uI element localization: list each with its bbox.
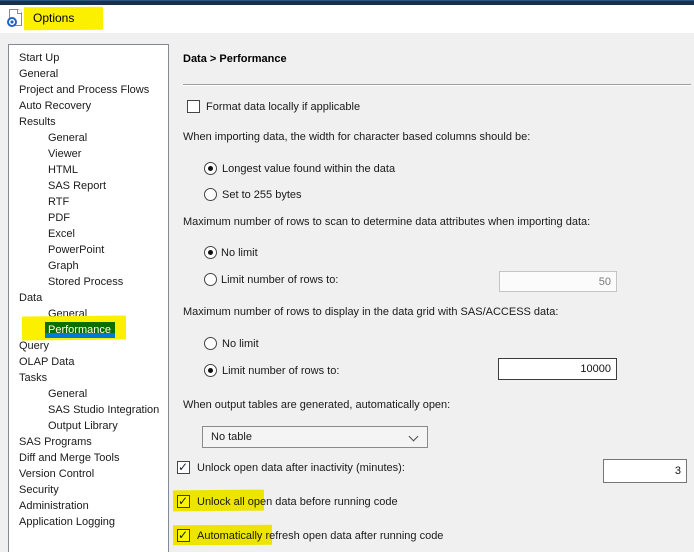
sidebar-item-viewer[interactable]: Viewer [9,146,168,162]
header-separator [183,84,691,86]
display-rows-heading: Maximum number of rows to display in the… [183,306,559,318]
sidebar-item-olap-data[interactable]: OLAP Data [9,354,168,370]
longest-value-label[interactable]: Longest value found within the data [222,163,395,175]
display-no-limit-radio[interactable] [204,337,217,350]
sidebar-item-security[interactable]: Security [9,482,168,498]
sidebar-item-auto-recovery[interactable]: Auto Recovery [9,98,168,114]
auto-refresh-label[interactable]: Automatically refresh open data after ru… [197,530,443,542]
sidebar-item-powerpoint[interactable]: PowerPoint [9,242,168,258]
sidebar-item-start-up[interactable]: Start Up [9,50,168,66]
sidebar-item-project-and-process-flows[interactable]: Project and Process Flows [9,82,168,98]
scan-no-limit-radio[interactable] [204,246,217,259]
auto-open-dropdown[interactable]: No table [202,426,428,448]
longest-value-radio[interactable] [204,162,217,175]
unlock-inactivity-checkbox[interactable] [177,460,190,474]
scan-limit-radio[interactable] [204,273,217,286]
dialog-title: Options [33,11,75,25]
sidebar-item-tasks[interactable]: Tasks [9,370,168,386]
sidebar-item-sas-report[interactable]: SAS Report [9,178,168,194]
radio-dot-icon [7,17,17,27]
sidebar-item-query[interactable]: Query [9,338,168,354]
auto-open-heading: When output tables are generated, automa… [183,399,451,411]
format-data-locally-label[interactable]: Format data locally if applicable [206,101,360,113]
unlock-inactivity-label[interactable]: Unlock open data after inactivity (minut… [197,462,405,474]
sidebar-item-performance[interactable]: Performance [9,315,168,341]
sidebar-item-pdf[interactable]: PDF [9,210,168,226]
sidebar-item-html[interactable]: HTML [9,162,168,178]
set-255-bytes-label[interactable]: Set to 255 bytes [222,189,302,201]
scan-no-limit-label[interactable]: No limit [221,247,258,259]
display-limit-radio[interactable] [204,364,217,377]
page-fold-icon [18,9,22,13]
options-dialog-icon [7,9,22,27]
scan-rows-heading: Maximum number of rows to scan to determ… [183,216,591,228]
sidebar-item-results-general[interactable]: General [9,130,168,146]
sidebar-item-general[interactable]: General [9,66,168,82]
sidebar-item-results[interactable]: Results [9,114,168,130]
sidebar-item-diff-and-merge-tools[interactable]: Diff and Merge Tools [9,450,168,466]
chevron-down-icon [408,431,419,442]
selected-tree-item[interactable]: Performance [45,322,115,338]
sidebar-item-excel[interactable]: Excel [9,226,168,242]
sidebar-item-version-control[interactable]: Version Control [9,466,168,482]
display-limit-label[interactable]: Limit number of rows to: [222,365,339,377]
sidebar-item-rtf[interactable]: RTF [9,194,168,210]
sidebar-item-data[interactable]: Data [9,290,168,306]
set-255-bytes-radio[interactable] [204,188,217,201]
sidebar-item-sas-studio-integration[interactable]: SAS Studio Integration [9,402,168,418]
sidebar-item-stored-process[interactable]: Stored Process [9,274,168,290]
options-category-tree: Start Up General Project and Process Flo… [8,44,169,552]
sidebar-item-sas-programs[interactable]: SAS Programs [9,434,168,450]
auto-refresh-checkbox[interactable] [177,528,190,542]
unlock-inactivity-minutes-input[interactable] [603,459,687,483]
auto-open-selected-value: No table [211,431,252,443]
sidebar-item-tasks-general[interactable]: General [9,386,168,402]
scan-limit-value-input[interactable] [499,271,617,292]
display-limit-value-input[interactable] [498,358,617,380]
page-title: Data > Performance [183,53,287,65]
sidebar-item-administration[interactable]: Administration [9,498,168,514]
unlock-before-run-checkbox[interactable] [177,494,190,508]
dialog-header: Options [0,5,694,33]
import-width-heading: When importing data, the width for chara… [183,131,531,143]
sidebar-item-application-logging[interactable]: Application Logging [9,514,168,530]
sidebar-item-graph[interactable]: Graph [9,258,168,274]
scan-limit-label[interactable]: Limit number of rows to: [221,274,338,286]
unlock-before-run-label[interactable]: Unlock all open data before running code [197,496,398,508]
sidebar-item-output-library[interactable]: Output Library [9,418,168,434]
format-data-locally-checkbox[interactable] [187,100,200,113]
display-no-limit-label[interactable]: No limit [222,338,259,350]
